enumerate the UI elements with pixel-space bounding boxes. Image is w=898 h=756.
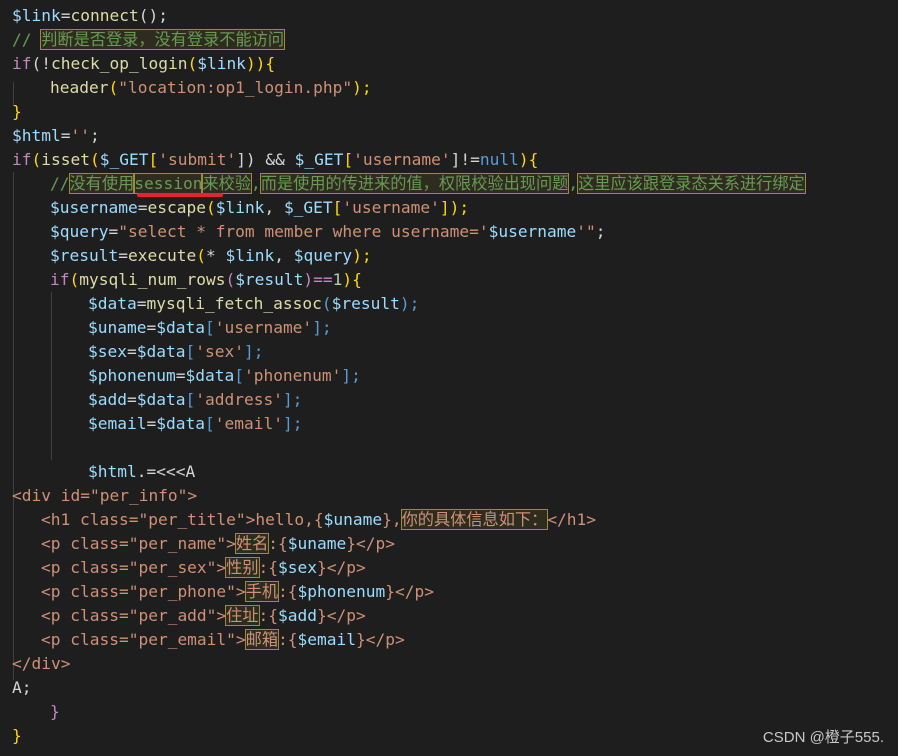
code-line-4: header("location:op1_login.php");	[50, 78, 372, 97]
string-highlight: 住址	[225, 605, 260, 626]
code-line-29: A;	[12, 678, 32, 697]
comment-highlight: session	[133, 173, 204, 194]
code-line-1: $link=connect();	[12, 6, 168, 25]
code-line-11: $result=execute(* $link, $query);	[50, 246, 372, 265]
code-line-22: <h1 class="per_title">hello,{$uname},你的具…	[41, 509, 597, 530]
code-line-10: $query="select * from member where usern…	[50, 222, 606, 241]
code-line-15: $sex=$data['sex'];	[88, 342, 264, 361]
string-highlight: 你的具体信息如下：	[400, 509, 549, 530]
code-line-23: <p class="per_name">姓名:{$uname}</p>	[41, 533, 396, 554]
code-line-12: if(mysqli_num_rows($result)==1){	[50, 270, 362, 289]
code-line-13: $data=mysqli_fetch_assoc($result);	[88, 294, 420, 313]
code-line-27: <p class="per_email">邮箱:{$email}</p>	[41, 629, 405, 650]
code-line-31: }	[12, 726, 22, 745]
string-highlight: 姓名	[234, 533, 270, 554]
code-line-17: $add=$data['address'];	[88, 390, 303, 409]
code-line-6: $html='';	[12, 126, 100, 145]
code-line-9: $username=escape($link, $_GET['username'…	[50, 198, 470, 217]
code-line-24: <p class="per_sex">性别:{$sex}</p>	[41, 557, 366, 578]
comment-highlight: 判断是否登录，没有登录不能访问	[40, 29, 286, 50]
comment-highlight: 没有使用	[68, 173, 136, 194]
code-line-16: $phonenum=$data['phonenum'];	[88, 366, 361, 385]
watermark: CSDN @橙子555.	[762, 729, 884, 746]
comment-highlight: 来校验	[201, 173, 253, 194]
code-line-30: }	[50, 702, 60, 721]
indent-guide	[51, 292, 52, 460]
code-line-3: if(!check_op_login($link)){	[12, 54, 276, 73]
code-editor[interactable]: $link=connect(); // 判断是否登录，没有登录不能访问 if(!…	[0, 0, 898, 756]
string-highlight: 邮箱	[244, 629, 280, 650]
code-line-14: $uname=$data['username'];	[88, 318, 332, 337]
code-line-2: // 判断是否登录，没有登录不能访问	[12, 29, 286, 50]
comment-highlight: 这里应该跟登录态关系进行绑定	[577, 173, 806, 194]
code-line-20: $html.=<<<A	[88, 462, 196, 481]
code-line-7: if(isset($_GET['submit']) && $_GET['user…	[12, 150, 539, 169]
code-line-28: </div>	[12, 654, 71, 673]
code-line-25: <p class="per_phone">手机:{$phonenum}</p>	[41, 581, 434, 602]
code-line-18: $email=$data['email'];	[88, 414, 303, 433]
code-line-26: <p class="per_add">住址:{$add}</p>	[41, 605, 366, 626]
string-highlight: 手机	[244, 581, 280, 602]
red-underline-annotation	[137, 193, 223, 197]
comment-highlight: 而是使用的传进来的值，权限校验出现问题	[259, 173, 570, 194]
string-highlight: 性别	[225, 557, 260, 578]
indent-guide	[13, 172, 14, 680]
code-line-21: <div id="per_info">	[12, 486, 198, 505]
code-line-5: }	[12, 102, 22, 121]
